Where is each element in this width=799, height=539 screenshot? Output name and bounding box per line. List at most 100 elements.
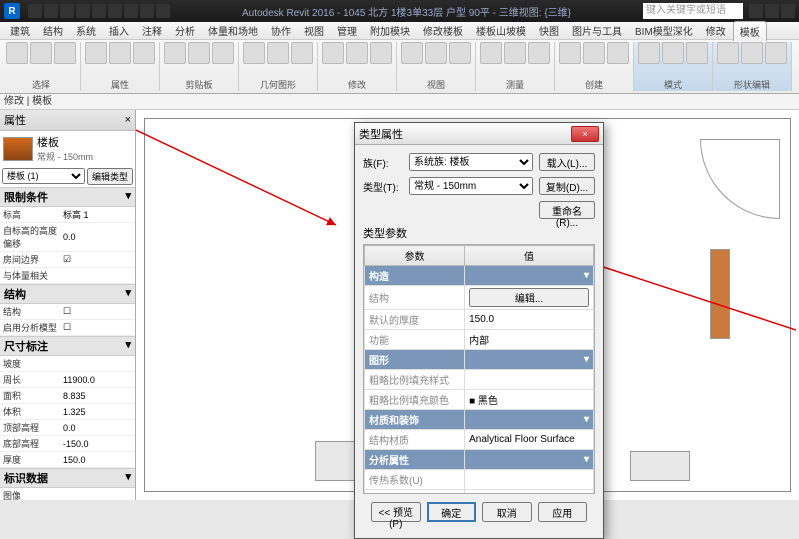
ok-button[interactable]: 确定 <box>427 502 477 522</box>
close-icon[interactable] <box>781 4 795 18</box>
ribbon-cmd-icon[interactable] <box>583 42 605 64</box>
type-select[interactable]: 常规 - 150mm <box>409 177 533 195</box>
prop-row[interactable]: 体积1.325 <box>0 404 135 420</box>
ribbon-cmd-icon[interactable] <box>212 42 234 64</box>
qat-open-icon[interactable] <box>28 4 42 18</box>
ribbon-cmd-icon[interactable] <box>401 42 423 64</box>
prop-value[interactable]: 11900.0 <box>61 375 132 385</box>
ribbon-cmd-icon[interactable] <box>346 42 368 64</box>
edit-structure-button[interactable]: 编辑... <box>469 288 589 307</box>
ribbon-cmd-icon[interactable] <box>741 42 763 64</box>
search-input[interactable]: 键入关键字或短语 <box>643 3 743 19</box>
qat-undo-icon[interactable] <box>60 4 74 18</box>
qat-item[interactable] <box>140 4 154 18</box>
tab-BIM模型深化[interactable]: BIM模型深化 <box>629 21 699 40</box>
app-logo[interactable]: R <box>4 3 20 19</box>
qat-item[interactable] <box>108 4 122 18</box>
prop-value[interactable]: 0.0 <box>61 232 132 242</box>
ribbon-cmd-icon[interactable] <box>109 42 131 64</box>
prop-section[interactable]: 尺寸标注▾ <box>0 336 135 356</box>
tab-注释[interactable]: 注释 <box>136 21 168 40</box>
prop-row[interactable]: 自标高的高度偏移0.0 <box>0 223 135 252</box>
prop-value[interactable]: -150.0 <box>61 439 132 449</box>
qat-save-icon[interactable] <box>44 4 58 18</box>
preview-button[interactable]: << 预览(P) <box>371 502 421 522</box>
prop-row[interactable]: 结构☐ <box>0 304 135 320</box>
copy-button[interactable]: 复制(D)... <box>539 177 595 195</box>
prop-value[interactable]: 标高 1 <box>61 208 132 221</box>
prop-value[interactable]: ☐ <box>61 306 132 317</box>
rename-button[interactable]: 重命名(R)... <box>539 201 595 219</box>
param-value[interactable]: Analytical Floor Surface <box>465 430 594 450</box>
ribbon-cmd-icon[interactable] <box>638 42 660 64</box>
minimize-icon[interactable] <box>749 4 763 18</box>
prop-value[interactable]: 1.325 <box>61 407 132 417</box>
tab-分析[interactable]: 分析 <box>169 21 201 40</box>
param-value[interactable]: 编辑... <box>465 286 594 310</box>
param-value[interactable]: 内部 <box>465 330 594 350</box>
prop-value[interactable]: 8.835 <box>61 391 132 401</box>
ribbon-cmd-icon[interactable] <box>85 42 107 64</box>
ribbon-cmd-icon[interactable] <box>449 42 471 64</box>
tab-插入[interactable]: 插入 <box>103 21 135 40</box>
ribbon-cmd-icon[interactable] <box>504 42 526 64</box>
ribbon-cmd-icon[interactable] <box>6 42 28 64</box>
param-group[interactable]: 图形▾ <box>365 350 594 370</box>
tab-模板[interactable]: 模板 <box>733 21 767 41</box>
prop-row[interactable]: 与体量相关 <box>0 268 135 284</box>
tab-系统[interactable]: 系统 <box>70 21 102 40</box>
param-value[interactable] <box>465 370 594 390</box>
prop-value[interactable]: ☑ <box>61 254 132 265</box>
param-value[interactable] <box>465 470 594 490</box>
ribbon-cmd-icon[interactable] <box>765 42 787 64</box>
tab-结构[interactable]: 结构 <box>37 21 69 40</box>
prop-row[interactable]: 底部高程-150.0 <box>0 436 135 452</box>
apply-button[interactable]: 应用 <box>538 502 588 522</box>
tab-快图[interactable]: 快图 <box>533 21 565 40</box>
tab-附加模块[interactable]: 附加模块 <box>364 21 416 40</box>
ribbon-cmd-icon[interactable] <box>30 42 52 64</box>
ribbon-cmd-icon[interactable] <box>717 42 739 64</box>
prop-section[interactable]: 结构▾ <box>0 284 135 304</box>
param-group[interactable]: 分析属性▾ <box>365 450 594 470</box>
qat-print-icon[interactable] <box>92 4 106 18</box>
prop-row[interactable]: 厚度150.0 <box>0 452 135 468</box>
ribbon-cmd-icon[interactable] <box>425 42 447 64</box>
prop-value[interactable]: 0.0 <box>61 423 132 433</box>
tab-楼板山坡模[interactable]: 楼板山坡模 <box>470 21 532 40</box>
prop-row[interactable]: 坡度 <box>0 356 135 372</box>
param-group[interactable]: 构造▾ <box>365 266 594 286</box>
ribbon-cmd-icon[interactable] <box>480 42 502 64</box>
prop-value[interactable]: 150.0 <box>61 455 132 465</box>
prop-row[interactable]: 周长11900.0 <box>0 372 135 388</box>
prop-value[interactable]: ☐ <box>61 322 132 333</box>
ribbon-cmd-icon[interactable] <box>267 42 289 64</box>
family-select[interactable]: 系统族: 楼板 <box>409 153 533 171</box>
dialog-close-button[interactable]: × <box>571 126 599 142</box>
ribbon-cmd-icon[interactable] <box>291 42 313 64</box>
tab-图片与工具[interactable]: 图片与工具 <box>566 21 628 40</box>
tab-视图[interactable]: 视图 <box>298 21 330 40</box>
tab-建筑[interactable]: 建筑 <box>4 21 36 40</box>
tab-管理[interactable]: 管理 <box>331 21 363 40</box>
prop-row[interactable]: 顶部高程0.0 <box>0 420 135 436</box>
tab-协作[interactable]: 协作 <box>265 21 297 40</box>
param-group[interactable]: 材质和装饰▾ <box>365 410 594 430</box>
ribbon-cmd-icon[interactable] <box>686 42 708 64</box>
load-button[interactable]: 载入(L)... <box>539 153 595 171</box>
ribbon-cmd-icon[interactable] <box>164 42 186 64</box>
ribbon-cmd-icon[interactable] <box>528 42 550 64</box>
prop-section[interactable]: 标识数据▾ <box>0 468 135 488</box>
qat-redo-icon[interactable] <box>76 4 90 18</box>
tab-体量和场地[interactable]: 体量和场地 <box>202 21 264 40</box>
maximize-icon[interactable] <box>765 4 779 18</box>
ribbon-cmd-icon[interactable] <box>243 42 265 64</box>
prop-section[interactable]: 限制条件▾ <box>0 187 135 207</box>
ribbon-cmd-icon[interactable] <box>133 42 155 64</box>
ribbon-cmd-icon[interactable] <box>607 42 629 64</box>
param-value[interactable]: 150.0 <box>465 310 594 330</box>
palette-close-icon[interactable]: × <box>125 114 131 126</box>
ribbon-cmd-icon[interactable] <box>188 42 210 64</box>
qat-item[interactable] <box>124 4 138 18</box>
type-selector[interactable]: 楼板 常规 - 150mm <box>0 131 135 166</box>
